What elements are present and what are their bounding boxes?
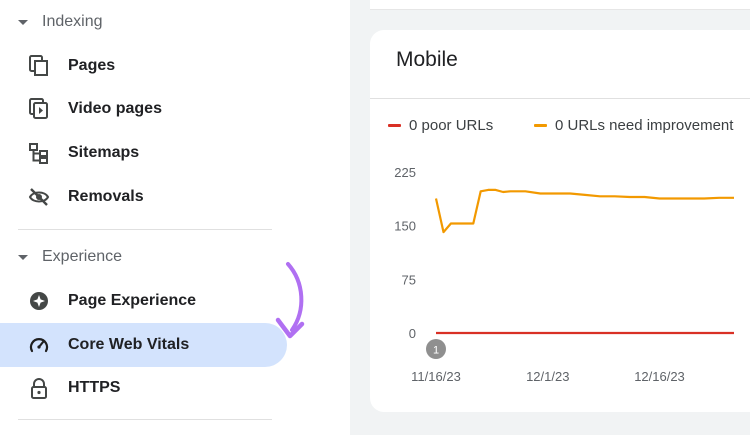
section-header-experience[interactable]: Experience <box>18 244 122 270</box>
top-panel-edge <box>370 0 750 10</box>
x-tick-label: 12/1/23 <box>526 369 569 384</box>
sidebar-item-label: Sitemaps <box>68 144 140 161</box>
series-line <box>434 188 734 234</box>
removals-icon <box>28 186 50 208</box>
sidebar-item-core-web-vitals[interactable]: Core Web Vitals <box>0 323 287 367</box>
sidebar-item-label: Pages <box>68 57 116 74</box>
y-tick-label: 0 <box>409 326 416 341</box>
collapse-caret-icon <box>18 254 28 260</box>
sitemaps-icon <box>28 142 50 164</box>
section-title: Experience <box>42 248 123 265</box>
sidebar-item-page-experience[interactable]: Page Experience <box>0 279 287 323</box>
sidebar-item-removals[interactable]: Removals <box>0 175 287 219</box>
sidebar-item-label: Video pages <box>68 100 162 117</box>
sidebar-item-https[interactable]: HTTPS <box>0 366 287 410</box>
annotation-marker-label: 1 <box>433 345 439 357</box>
section-divider <box>18 229 272 230</box>
sidebar-item-label: Page Experience <box>68 292 197 309</box>
sidebar-item-sitemaps[interactable]: Sitemaps <box>0 131 287 175</box>
mobile-report-card: Mobile 0 poor URLs 0 URLs need improveme… <box>370 30 750 412</box>
x-tick-label: 11/16/23 <box>411 369 461 384</box>
x-tick-label: 12/16/23 <box>634 369 685 384</box>
sidebar: Indexing Pages Video pages Sitemaps Remo… <box>0 0 290 435</box>
video-pages-icon <box>28 98 50 120</box>
pages-icon <box>28 55 50 77</box>
sidebar-item-pages[interactable]: Pages <box>0 44 287 88</box>
sidebar-item-video-pages[interactable]: Video pages <box>0 87 287 131</box>
sidebar-item-label: Removals <box>68 188 144 205</box>
line-chart: 225 150 75 0 11/16/23 12/1/23 12/16/23 1 <box>394 165 734 384</box>
lock-icon <box>28 377 50 399</box>
y-tick-label: 225 <box>394 165 416 180</box>
core-web-vitals-icon <box>28 334 50 356</box>
page-experience-icon <box>28 290 50 312</box>
pointer-arrow-icon <box>275 262 305 339</box>
y-tick-label: 150 <box>394 219 416 234</box>
sidebar-item-label: HTTPS <box>68 379 121 396</box>
section-title: Indexing <box>42 13 103 30</box>
section-divider <box>18 419 272 420</box>
sidebar-item-label: Core Web Vitals <box>68 336 190 353</box>
collapse-caret-icon <box>18 19 28 25</box>
y-tick-label: 75 <box>402 272 416 287</box>
section-header-indexing[interactable]: Indexing <box>18 9 103 35</box>
